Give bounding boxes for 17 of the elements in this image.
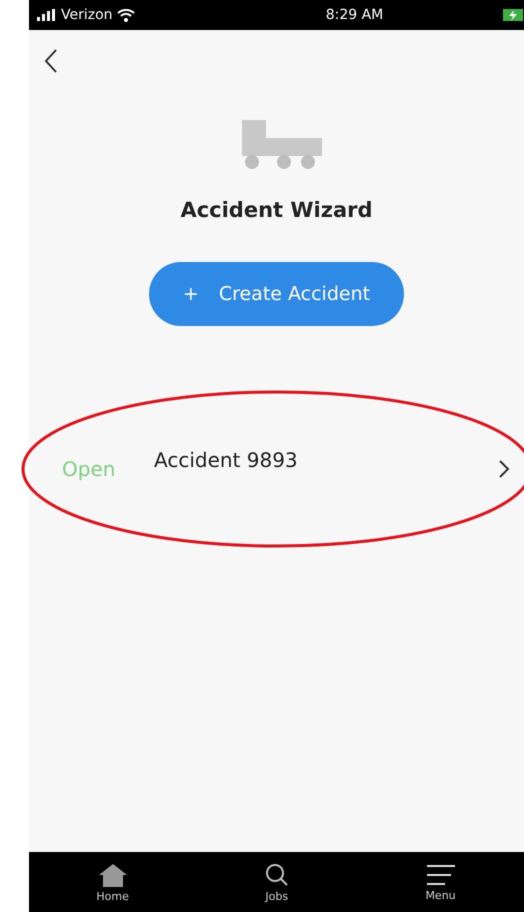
page-title: Accident Wizard bbox=[180, 198, 373, 222]
back-icon[interactable] bbox=[43, 48, 59, 74]
tab-bar-item[interactable]: Jobs bbox=[264, 862, 290, 902]
chevron-icon bbox=[498, 459, 510, 479]
accident-title: Accident 9893 bbox=[154, 448, 299, 472]
accident-row[interactable]: Open Accident 9893 bbox=[29, 424, 524, 514]
signal-icon bbox=[37, 9, 57, 21]
clock-time: 8:29 AM bbox=[326, 7, 384, 23]
tab-bar-item[interactable]: Home bbox=[96, 862, 129, 902]
create-accident-button[interactable]: + Create Accident bbox=[149, 262, 404, 326]
search-icon bbox=[264, 862, 290, 888]
status-label: Open bbox=[62, 457, 116, 481]
home-icon bbox=[96, 862, 129, 888]
wifi-icon bbox=[116, 8, 135, 22]
menu-icon bbox=[424, 862, 457, 886]
tab-bar-item[interactable]: Menu bbox=[424, 862, 457, 902]
carrier-name: Verizon bbox=[61, 7, 113, 23]
